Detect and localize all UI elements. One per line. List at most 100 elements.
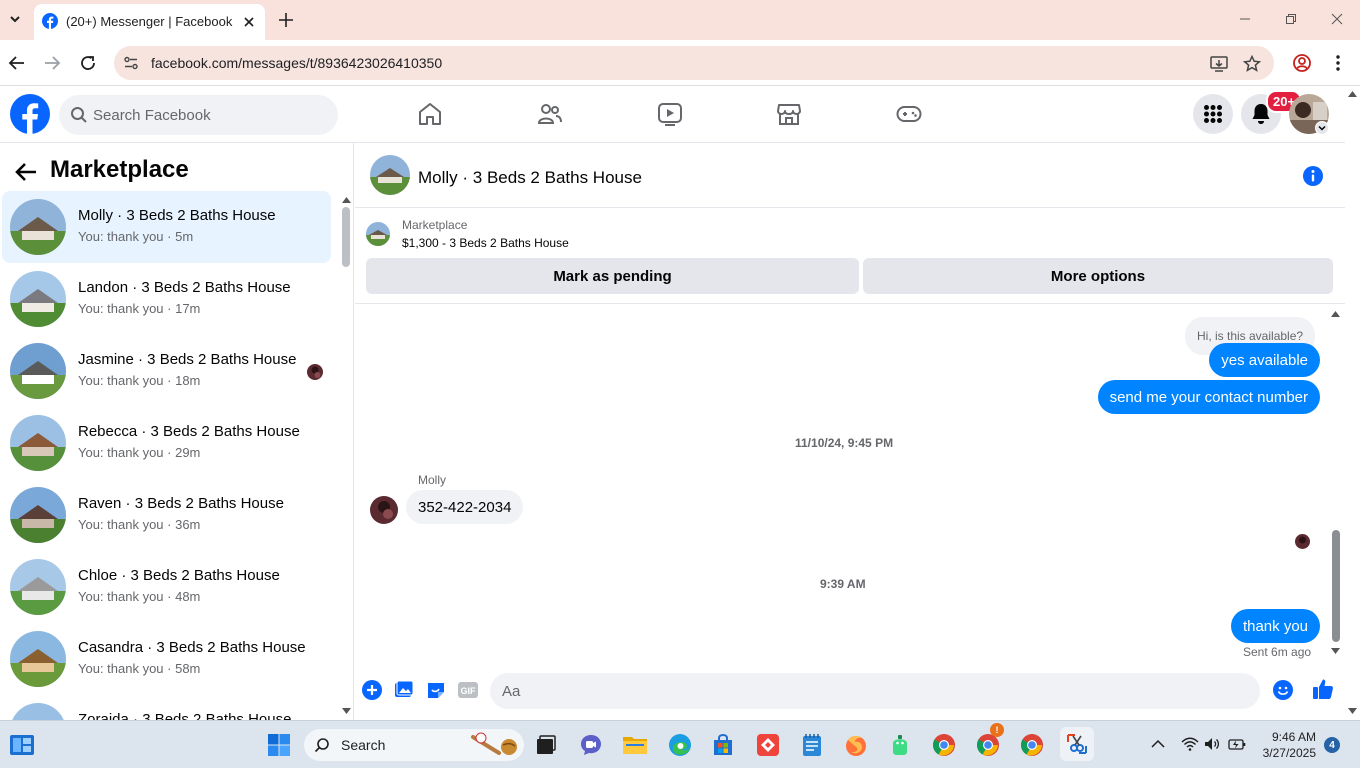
back-arrow-icon[interactable]: [14, 161, 38, 183]
message-thread: Hi, is this available? yes available sen…: [355, 304, 1345, 666]
new-tab-icon[interactable]: [276, 10, 296, 30]
outgoing-message[interactable]: send me your contact number: [1097, 380, 1320, 414]
gif-icon[interactable]: GIF: [457, 680, 479, 700]
taskbar-app-chat[interactable]: [577, 731, 605, 759]
install-app-icon[interactable]: [1209, 54, 1229, 74]
scroll-up-icon[interactable]: [1348, 90, 1357, 97]
reload-icon[interactable]: [78, 53, 98, 73]
conversation-row[interactable]: Chloe · 3 Beds 2 Baths House You: thank y…: [2, 551, 331, 623]
close-tab-icon[interactable]: [240, 13, 258, 31]
url-text: facebook.com/messages/t/8936423026410350: [151, 55, 443, 71]
close-window-icon[interactable]: [1328, 10, 1346, 28]
taskbar-app-chrome-profile-3[interactable]: [1018, 731, 1046, 759]
sender-name: Molly: [418, 473, 447, 487]
gaming-icon[interactable]: [896, 101, 922, 127]
listing-thumbnail[interactable]: [366, 222, 390, 246]
conversation-name: Zoraida · 3 Beds 2 Baths House: [78, 711, 292, 720]
message-scroll-thumb[interactable]: [1332, 530, 1340, 642]
taskbar-search[interactable]: Search: [304, 729, 524, 761]
conversation-name: Casandra · 3 Beds 2 Baths House: [78, 639, 306, 656]
scroll-up-icon[interactable]: [1331, 310, 1340, 317]
address-bar[interactable]: facebook.com/messages/t/8936423026410350: [114, 46, 1274, 80]
incoming-message[interactable]: 352-422-2034: [406, 490, 524, 524]
facebook-search-input[interactable]: [93, 95, 323, 135]
taskbar-app-android[interactable]: [886, 731, 914, 759]
account-menu-chevron[interactable]: [1315, 121, 1329, 135]
message-input-field[interactable]: [490, 673, 1260, 709]
taskbar-app-notepad[interactable]: [798, 731, 826, 759]
menu-button[interactable]: [1193, 94, 1233, 134]
app-alert-badge: !: [990, 723, 1004, 737]
facebook-search-field[interactable]: [59, 95, 338, 135]
taskbar-clock[interactable]: 9:46 AM 3/27/2025: [1260, 729, 1316, 761]
tab-search-menu-button[interactable]: [4, 8, 26, 30]
page-scrollbar[interactable]: [1345, 86, 1360, 720]
notification-center-badge[interactable]: 4: [1324, 737, 1340, 753]
message-input[interactable]: [502, 673, 1202, 709]
conversation-row[interactable]: Rebecca · 3 Beds 2 Baths House You: thank…: [2, 407, 331, 479]
taskbar-app-firefox[interactable]: [842, 731, 870, 759]
conversation-row[interactable]: Jasmine · 3 Beds 2 Baths House You: thank…: [2, 335, 331, 407]
conversation-preview: You: thank you · 5m: [78, 229, 194, 244]
read-receipt-avatar: [307, 364, 323, 380]
sidebar-scrollbar[interactable]: [339, 193, 353, 720]
volume-icon[interactable]: [1204, 737, 1220, 751]
taskbar-app-snipping-tool[interactable]: [1060, 727, 1094, 761]
info-icon[interactable]: [1303, 166, 1323, 186]
site-settings-icon[interactable]: [123, 55, 139, 71]
mark-as-pending-button[interactable]: Mark as pending: [366, 258, 859, 294]
scroll-down-icon[interactable]: [342, 708, 351, 715]
sender-avatar[interactable]: [370, 496, 398, 524]
start-button[interactable]: [265, 731, 293, 759]
browser-tab-messenger[interactable]: (20+) Messenger | Facebook: [34, 4, 265, 40]
wifi-icon[interactable]: [1181, 737, 1199, 751]
sidebar-scroll-thumb[interactable]: [342, 207, 350, 267]
taskbar-app-file-explorer[interactable]: [621, 731, 649, 759]
outgoing-message[interactable]: thank you: [1230, 609, 1320, 643]
taskbar-app-store[interactable]: [709, 731, 737, 759]
conversation-row[interactable]: Casandra · 3 Beds 2 Baths House You: than…: [2, 623, 331, 695]
conversation-thumbnail[interactable]: [370, 155, 410, 195]
sticker-icon[interactable]: [426, 680, 446, 700]
task-view-icon: [537, 735, 556, 754]
video-icon[interactable]: [657, 101, 683, 127]
minimize-icon[interactable]: [1236, 10, 1254, 28]
taskbar-app-chrome[interactable]: [930, 731, 958, 759]
conversation-row[interactable]: Zoraida · 3 Beds 2 Baths House: [2, 695, 331, 720]
scroll-down-icon[interactable]: [1331, 648, 1340, 655]
profile-icon[interactable]: [1292, 53, 1312, 73]
emoji-icon[interactable]: [1273, 680, 1293, 700]
battery-icon[interactable]: [1228, 737, 1246, 751]
conversation-row[interactable]: Landon · 3 Beds 2 Baths House You: thank …: [2, 263, 331, 335]
browser-menu-icon[interactable]: [1328, 53, 1348, 73]
restore-icon[interactable]: [1282, 10, 1300, 28]
more-options-button[interactable]: More options: [863, 258, 1333, 294]
taskbar-app-chrome-profile-2[interactable]: !: [974, 723, 1004, 759]
back-arrow-icon[interactable]: [7, 53, 27, 73]
conversation-name: Rebecca · 3 Beds 2 Baths House: [78, 423, 300, 440]
marketplace-icon[interactable]: [776, 101, 802, 127]
conversation-preview: You: thank you · 58m: [78, 661, 201, 676]
outgoing-message[interactable]: yes available: [1209, 343, 1320, 377]
friends-icon[interactable]: [537, 101, 563, 127]
conversation-name: Jasmine · 3 Beds 2 Baths House: [78, 351, 297, 368]
forward-arrow-icon[interactable]: [42, 53, 62, 73]
conversation-row[interactable]: Raven · 3 Beds 2 Baths House You: thank y…: [2, 479, 331, 551]
listing-detail[interactable]: $1,300 - 3 Beds 2 Baths House: [402, 236, 569, 250]
scroll-up-icon[interactable]: [342, 196, 351, 203]
show-hidden-icons-chevron-icon[interactable]: [1151, 739, 1165, 749]
message-composer: GIF: [355, 666, 1345, 720]
taskbar-app-anydesk[interactable]: [754, 731, 782, 759]
home-icon[interactable]: [417, 101, 443, 127]
bookmark-star-icon[interactable]: [1242, 54, 1262, 74]
taskbar-app-edge[interactable]: [666, 731, 694, 759]
sidebar-title: Marketplace: [50, 156, 189, 183]
task-view-button[interactable]: [532, 731, 560, 759]
plus-circle-icon[interactable]: [362, 680, 382, 700]
photo-icon[interactable]: [394, 680, 414, 700]
widgets-button[interactable]: [8, 731, 36, 759]
scroll-down-icon[interactable]: [1348, 708, 1357, 715]
conversation-row[interactable]: Molly · 3 Beds 2 Baths House You: thank y…: [2, 191, 331, 263]
thumbs-up-icon[interactable]: [1312, 678, 1334, 700]
facebook-logo-icon[interactable]: [10, 94, 50, 134]
